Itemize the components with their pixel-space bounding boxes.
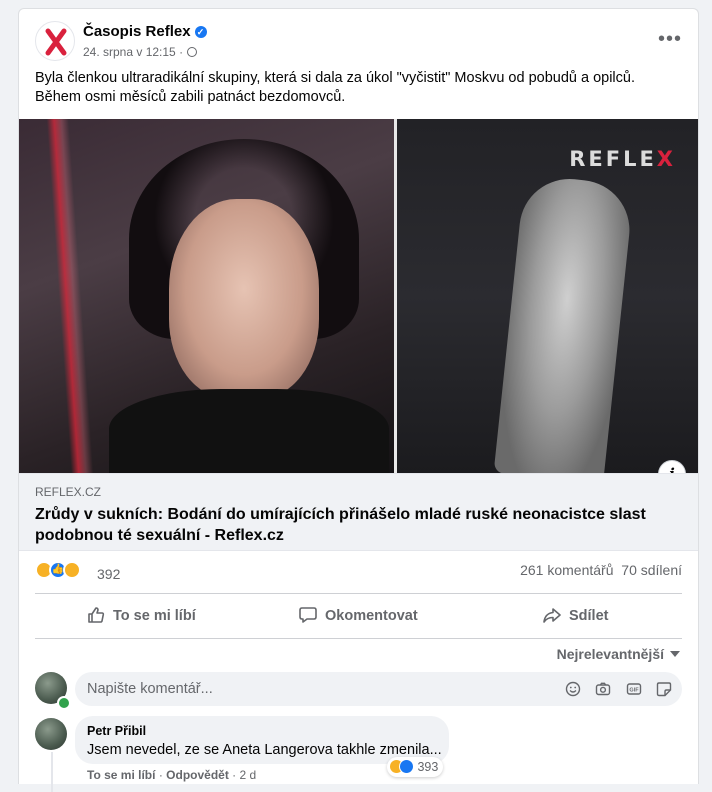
comment-input[interactable]: Napište komentář... GIF xyxy=(75,672,682,706)
comment-count[interactable]: 261 komentářů xyxy=(520,562,613,578)
comments-shares: 261 komentářů 70 sdílení xyxy=(520,562,682,578)
post-meta: 24. srpna v 12:15 · xyxy=(83,45,198,59)
thread-line xyxy=(51,752,53,792)
thumbs-up-icon xyxy=(88,607,105,623)
post-header: Časopis Reflex ✓ 24. srpna v 12:15 · ••• xyxy=(35,21,686,61)
post-text-line: Během osmi měsíců zabili patnáct bezdomo… xyxy=(35,89,346,105)
image-brand-watermark: REFLEX xyxy=(569,147,676,171)
emoji-icon[interactable] xyxy=(565,681,581,697)
comment-button[interactable]: Okomentovat xyxy=(299,594,418,638)
post-card: Časopis Reflex ✓ 24. srpna v 12:15 · ••• … xyxy=(18,8,699,792)
like-button[interactable]: To se mi líbí xyxy=(87,594,196,638)
comment-reply-button[interactable]: Odpovědět xyxy=(166,768,229,782)
link-headline[interactable]: Zrůdy v sukních: Bodání do umírajících p… xyxy=(35,504,675,546)
share-icon xyxy=(543,608,561,623)
comment-author[interactable]: Petr Přibil xyxy=(87,724,146,738)
comment-label: Okomentovat xyxy=(325,608,418,624)
page-avatar[interactable] xyxy=(35,21,75,61)
svg-text:GIF: GIF xyxy=(629,687,639,693)
comment-reactions[interactable]: 393 xyxy=(387,757,444,777)
globe-icon xyxy=(187,47,198,57)
action-bar: To se mi líbí Okomentovat Sdílet xyxy=(35,593,682,639)
post-date[interactable]: 24. srpna v 12:15 xyxy=(83,45,176,59)
comment-reaction-count: 393 xyxy=(417,760,439,774)
post-text: Byla členkou ultraradikální skupiny, kte… xyxy=(35,69,685,107)
image-shirt xyxy=(109,389,389,473)
reflex-logo-icon xyxy=(45,28,67,56)
page-name[interactable]: Časopis Reflex ✓ xyxy=(83,23,207,40)
image-left-panel xyxy=(19,119,394,473)
comment-dot: · xyxy=(158,768,163,782)
link-image[interactable]: REFLEX i xyxy=(19,119,698,473)
comment-dot: · xyxy=(232,768,237,782)
comment-actions: To se mi líbí · Odpovědět · 2 d xyxy=(87,768,256,782)
share-label: Sdílet xyxy=(569,608,609,624)
image-face xyxy=(169,199,319,399)
meta-separator: · xyxy=(179,45,184,59)
page-name-text[interactable]: Časopis Reflex xyxy=(83,23,191,40)
online-status-indicator xyxy=(57,696,71,710)
chevron-down-icon xyxy=(670,651,680,657)
brand-text: REFLE xyxy=(569,147,657,171)
comment-icon xyxy=(299,607,317,623)
link-domain: REFLEX.CZ xyxy=(35,485,102,499)
brand-x: X xyxy=(656,147,676,171)
more-options-icon[interactable]: ••• xyxy=(658,29,682,49)
like-icon xyxy=(399,759,414,774)
comment-time[interactable]: 2 d xyxy=(240,768,257,782)
post-text-line: Byla členkou ultraradikální skupiny, kte… xyxy=(35,70,635,86)
gif-icon[interactable]: GIF xyxy=(626,681,642,697)
sort-label: Nejrelevantnější xyxy=(556,646,664,662)
image-red-streak xyxy=(46,119,94,473)
sad-icon xyxy=(63,561,81,579)
comment-text: Jsem nevedel, ze se Aneta Langerova takh… xyxy=(87,742,442,758)
verified-badge-icon: ✓ xyxy=(194,26,207,38)
comment-input-placeholder: Napište komentář... xyxy=(87,681,213,697)
commenter-avatar[interactable] xyxy=(35,718,67,750)
reaction-count[interactable]: 392 xyxy=(97,566,120,582)
share-count[interactable]: 70 sdílení xyxy=(621,562,682,578)
comment-like-button[interactable]: To se mi líbí xyxy=(87,768,155,782)
sticker-icon[interactable] xyxy=(656,681,672,697)
share-button[interactable]: Sdílet xyxy=(543,594,608,638)
link-preview[interactable]: REFLEX.CZ Zrůdy v sukních: Bodání do umí… xyxy=(19,473,698,551)
comment-input-icons: GIF xyxy=(555,680,672,698)
comment-sort-dropdown[interactable]: Nejrelevantnější xyxy=(557,646,680,662)
camera-icon[interactable] xyxy=(595,681,611,697)
like-label: To se mi líbí xyxy=(113,608,196,624)
post-stats: 👍 392 261 komentářů 70 sdílení xyxy=(35,557,682,583)
